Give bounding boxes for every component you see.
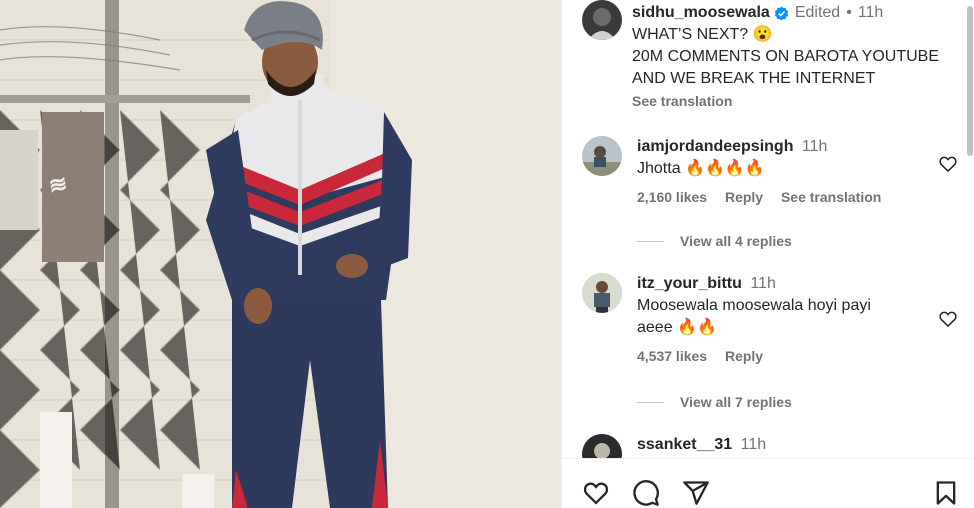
comment-item: ssanket__31 11h (582, 434, 962, 458)
reply-button[interactable]: Reply (725, 189, 763, 205)
comment-likes[interactable]: 4,537 likes (637, 348, 707, 364)
comment-icon[interactable] (632, 479, 660, 507)
like-comment-icon[interactable] (938, 309, 958, 329)
separator-dot: • (846, 4, 852, 21)
commenter-avatar[interactable] (582, 136, 622, 176)
see-translation-link[interactable]: See translation (632, 90, 962, 112)
comment-item: iamjordandeepsingh 11h Jhotta 🔥🔥🔥🔥 2,160… (582, 136, 962, 216)
replies-divider (637, 401, 664, 403)
heart-icon[interactable] (582, 479, 610, 507)
comment-text: Moosewala moosewala hoyi payi aeee 🔥🔥 (637, 297, 871, 336)
view-replies-label: View all 7 replies (680, 394, 792, 410)
comment-text: Jhotta 🔥🔥🔥🔥 (637, 160, 765, 177)
reply-button[interactable]: Reply (725, 348, 763, 364)
post-time[interactable]: 11h (858, 2, 884, 24)
caption-line-1: WHAT’S NEXT? 😮 (632, 26, 773, 43)
comment-username[interactable]: ssanket__31 (637, 436, 732, 453)
post-photo[interactable]: ≋ (0, 0, 561, 508)
comment-item: itz_your_bittu 11h Moosewala moosewala h… (582, 273, 962, 373)
view-replies-button[interactable]: View all 7 replies (637, 394, 792, 410)
view-replies-button[interactable]: View all 4 replies (637, 233, 792, 249)
comment-time[interactable]: 11h (741, 436, 767, 453)
caption-line-2: 20M COMMENTS ON BAROTA YOUTUBE AND WE BR… (632, 48, 940, 87)
view-replies-label: View all 4 replies (680, 233, 792, 249)
scrollbar-thumb[interactable] (967, 6, 973, 156)
comment-username[interactable]: iamjordandeepsingh (637, 138, 793, 155)
share-icon[interactable] (682, 479, 710, 507)
scrollbar[interactable] (965, 0, 974, 458)
edited-label: Edited (794, 4, 841, 21)
post-detail-panel: sidhu_moosewala Edited • 11h WHAT’S NEXT… (561, 0, 974, 508)
verified-badge-icon (774, 5, 789, 21)
post-action-bar (562, 458, 974, 508)
author-username[interactable]: sidhu_moosewala (632, 2, 770, 24)
author-avatar[interactable] (582, 0, 622, 40)
post-image: ≋ (0, 0, 561, 508)
replies-divider (637, 240, 664, 242)
post-caption: sidhu_moosewala Edited • 11h WHAT’S NEXT… (632, 2, 962, 112)
commenter-avatar[interactable] (582, 273, 622, 313)
comment-username[interactable]: itz_your_bittu (637, 275, 742, 292)
commenter-avatar[interactable] (582, 434, 622, 458)
comments-scroll-area[interactable]: sidhu_moosewala Edited • 11h WHAT’S NEXT… (562, 0, 974, 458)
like-comment-icon[interactable] (938, 154, 958, 174)
comment-likes[interactable]: 2,160 likes (637, 189, 707, 205)
comment-time[interactable]: 11h (750, 275, 776, 292)
bookmark-icon[interactable] (932, 479, 960, 507)
comment-time[interactable]: 11h (802, 138, 828, 155)
see-translation-link[interactable]: See translation (781, 189, 881, 205)
